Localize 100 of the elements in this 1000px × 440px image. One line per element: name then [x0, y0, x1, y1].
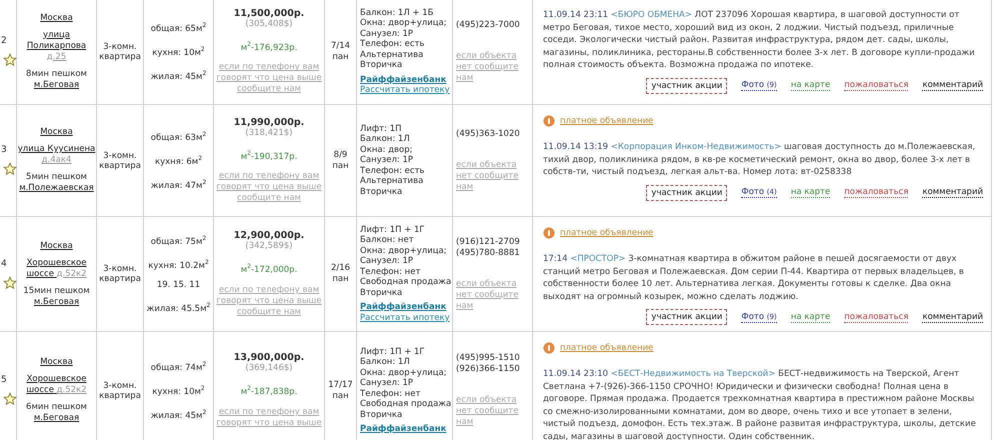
listing-description: 11.09.14 23:11 <БЮРО ОБМЕНА> ЛОТ 237096 Хорошая квартира, в шаговой доступности от метро Беговая, тихое место, хороший вид из окон, 2 лоджии. Чистый подъезд, приличные соседи. Экологически чистый район. Развитая инфраструктура, рядом дет. сады, школы, магазины, поликлиника, рестораны.В собственности более 3-х лет. В договоре купли-продажи полная стоимость объекта. Возможна продажа по ипотеке. — [543, 9, 976, 72]
detail-line: Балкон: 1Л + 1Б — [360, 8, 434, 18]
street-link[interactable]: улица Поликарпова д.25 — [17, 30, 96, 62]
price-note-link[interactable]: если по телефону вам говорят что цена выше — [214, 406, 324, 429]
metro-link[interactable]: м.Полежаевская — [19, 183, 94, 193]
complain-link[interactable]: пожаловаться — [844, 187, 908, 198]
star-icon[interactable] — [3, 276, 17, 290]
detail-line: Окна: двор+улица; — [360, 18, 447, 28]
detail-line: Вторичка — [360, 186, 402, 198]
promo-participant-link[interactable]: участник акции — [646, 78, 728, 94]
promo-participant-link[interactable]: участник акции — [646, 184, 728, 200]
map-link[interactable]: на карте — [790, 80, 830, 91]
report-link[interactable]: если объекта нет сообщите нам — [456, 278, 529, 312]
price: 13,900,000р. — [234, 352, 304, 364]
house-link[interactable]: д.52к2 — [56, 385, 87, 395]
city-link[interactable]: Москва — [40, 240, 73, 252]
listing-description: 11.09.14 23:10 <БЕСТ-Недвижимость на Тверской> БЕСТ-недвижимость на Тверской, Агент Светлана +7-(926)-366-1150 СРОЧНО! Юридически и физически свободна! Полная цена в договоре. Прямая продажа. Продается трехкомнатная квартира в престижном районе Москвы со смежно-изолированными комнатами, дом во дворе, очень тихо и все утопает в зелени, чистый подъезд, домофон. Есть тех.этаж. В районе развитая инфраструктура, школы, детские сады, магазины в шаговой доступности. Один собственник. — [543, 368, 977, 440]
promo-participant-link[interactable]: участник акции — [646, 309, 728, 325]
mortgage-link[interactable]: Рассчитать ипотеку — [360, 85, 450, 96]
area-value: жилая: 45м$^{2}$ — [150, 408, 206, 422]
flat-type: 3-комн. квартира — [99, 264, 141, 284]
floor: 8/9 — [334, 150, 348, 160]
detail-line: Балкон: 1Л — [360, 357, 410, 368]
metro-link[interactable]: м.Беговая — [34, 80, 80, 90]
house-link[interactable]: д.52к2 — [56, 268, 87, 278]
building-material: пан — [332, 52, 349, 62]
metro-link[interactable]: м.Беговая — [34, 296, 80, 306]
comment-link[interactable]: комментарий — [922, 187, 983, 198]
star-icon[interactable] — [3, 392, 17, 406]
map-link[interactable]: на карте — [790, 312, 830, 322]
price-note-link[interactable]: если по телефону вам говорят что цена выше сообщите нам — [214, 171, 324, 204]
comment-link[interactable]: комментарий — [922, 80, 983, 91]
phone-number: (495)995-1510 — [456, 353, 520, 364]
detail-line: Лифт: 1П + 1Г — [360, 346, 425, 357]
row-number: 4 — [1, 258, 7, 270]
detail-line: Санузел: 1Р — [360, 378, 414, 388]
flat-type: 3-комн. квартира — [99, 380, 141, 400]
area-value: жилая: 45м$^{2}$ — [150, 68, 206, 83]
detail-line: Свободная продажа — [360, 277, 452, 288]
walk-time: 5мин пешком — [26, 172, 87, 182]
report-link[interactable]: если объекта нет сообщите нам — [456, 50, 529, 84]
row-number: 3 — [1, 145, 7, 156]
street-link[interactable]: Хорошевское шоссе д.52к2 — [17, 374, 96, 396]
bank-link[interactable]: Райффайзенбанк — [360, 302, 446, 313]
city-link[interactable]: Москва — [40, 357, 73, 368]
area-value: кухня: 10м$^{2}$ — [152, 45, 205, 59]
listing-description: 11.09.14 13:19 <Корпорация Инком-Недвижимость> шаговая доступность до м.Полежаевская, тихий двор, поликлиника рядом, в кв-ре косметический ремонт, окна во двор, более 3-х лет в собств-ти, чистый подъезд, легкая альт-ва. Номер лота: вт-0258338 — [543, 141, 976, 178]
star-icon[interactable] — [3, 162, 17, 176]
walk-time: 6мин пешком — [26, 402, 87, 412]
coin-icon — [543, 115, 555, 127]
map-link[interactable]: на карте — [790, 187, 830, 198]
row-number: 5 — [1, 375, 7, 386]
price-note-link[interactable]: если по телефону вам говорят что цена выше сообщите нам — [214, 62, 324, 96]
house-link[interactable]: д.4ак4 — [42, 155, 72, 165]
price-note-link[interactable]: если по телефону вам говорят что цена выше сообщите нам — [214, 284, 324, 318]
report-link[interactable]: если объекта нет сообщите нам — [456, 395, 529, 428]
report-link[interactable]: если объекта нет сообщите нам — [456, 160, 529, 192]
detail-line: Окна: двор+улица; — [360, 246, 447, 256]
detail-line: Лифт: 1П + 1Г — [360, 224, 425, 236]
price-usd: (369,146$) — [245, 363, 293, 374]
city-link[interactable]: Москва — [40, 127, 73, 138]
walk-time: 15мин пешком — [23, 286, 90, 296]
bank-link[interactable]: Райффайзенбанк — [360, 424, 446, 434]
price-usd: (342,589$) — [245, 241, 293, 252]
phone-number: (926)366-1150 — [456, 364, 520, 375]
area-value: жилая: 45.5м$^{2}$ — [146, 301, 210, 316]
detail-line: Окна: двор+улица; — [360, 368, 447, 378]
detail-line: Вторичка — [360, 410, 402, 420]
price: 11,500,000р. — [234, 8, 304, 19]
price-per-m2: м$^{2}$-176,923р. — [240, 40, 298, 54]
metro-link[interactable]: м.Беговая — [34, 413, 80, 423]
building-material: пан — [332, 274, 349, 285]
street-link[interactable]: Хорошевское шоссе д.52к2 — [17, 258, 96, 280]
mortgage-link[interactable]: Рассчитать ипотеку — [360, 312, 450, 324]
paid-ad-link[interactable]: платное объявление — [560, 228, 654, 238]
flat-type: 3-комн. квартира — [99, 42, 141, 62]
comment-link[interactable]: комментарий — [922, 312, 983, 322]
phone-number: (495)363-1020 — [456, 128, 520, 140]
detail-line: Лифт: 1П — [360, 124, 402, 134]
bank-link[interactable]: Райффайзенбанк — [360, 74, 446, 85]
street-link[interactable]: улица Куусинена д.4ак4 — [17, 144, 96, 166]
detail-line: Вторичка — [360, 288, 402, 298]
phone-number: (495)780-8881 — [456, 248, 520, 258]
paid-ad-link[interactable]: платное объявление — [560, 343, 654, 353]
paid-ad-link[interactable]: платное объявление — [560, 116, 654, 126]
detail-line: Балкон: 1Л — [360, 134, 410, 145]
complain-link[interactable]: пожаловаться — [844, 312, 908, 322]
price-per-m2: м$^{2}$-172,000р. — [240, 262, 298, 276]
house-link[interactable]: д.25 — [46, 52, 66, 62]
detail-line: Санузел: 1Р — [360, 28, 414, 39]
star-icon[interactable] — [3, 53, 17, 67]
detail-line: Санузел: 1Р — [360, 155, 414, 166]
detail-line: Балкон: нет — [360, 235, 414, 246]
area-value: общая: 65м$^{2}$ — [150, 21, 206, 36]
detail-line: Окна: двор; — [360, 144, 413, 156]
flat-type: 3-комн. квартира — [99, 150, 141, 170]
city-link[interactable]: Москва — [40, 12, 73, 24]
complain-link[interactable]: пожаловаться — [844, 80, 908, 91]
coin-icon — [543, 227, 555, 239]
detail-line: Вторичка — [360, 60, 402, 70]
